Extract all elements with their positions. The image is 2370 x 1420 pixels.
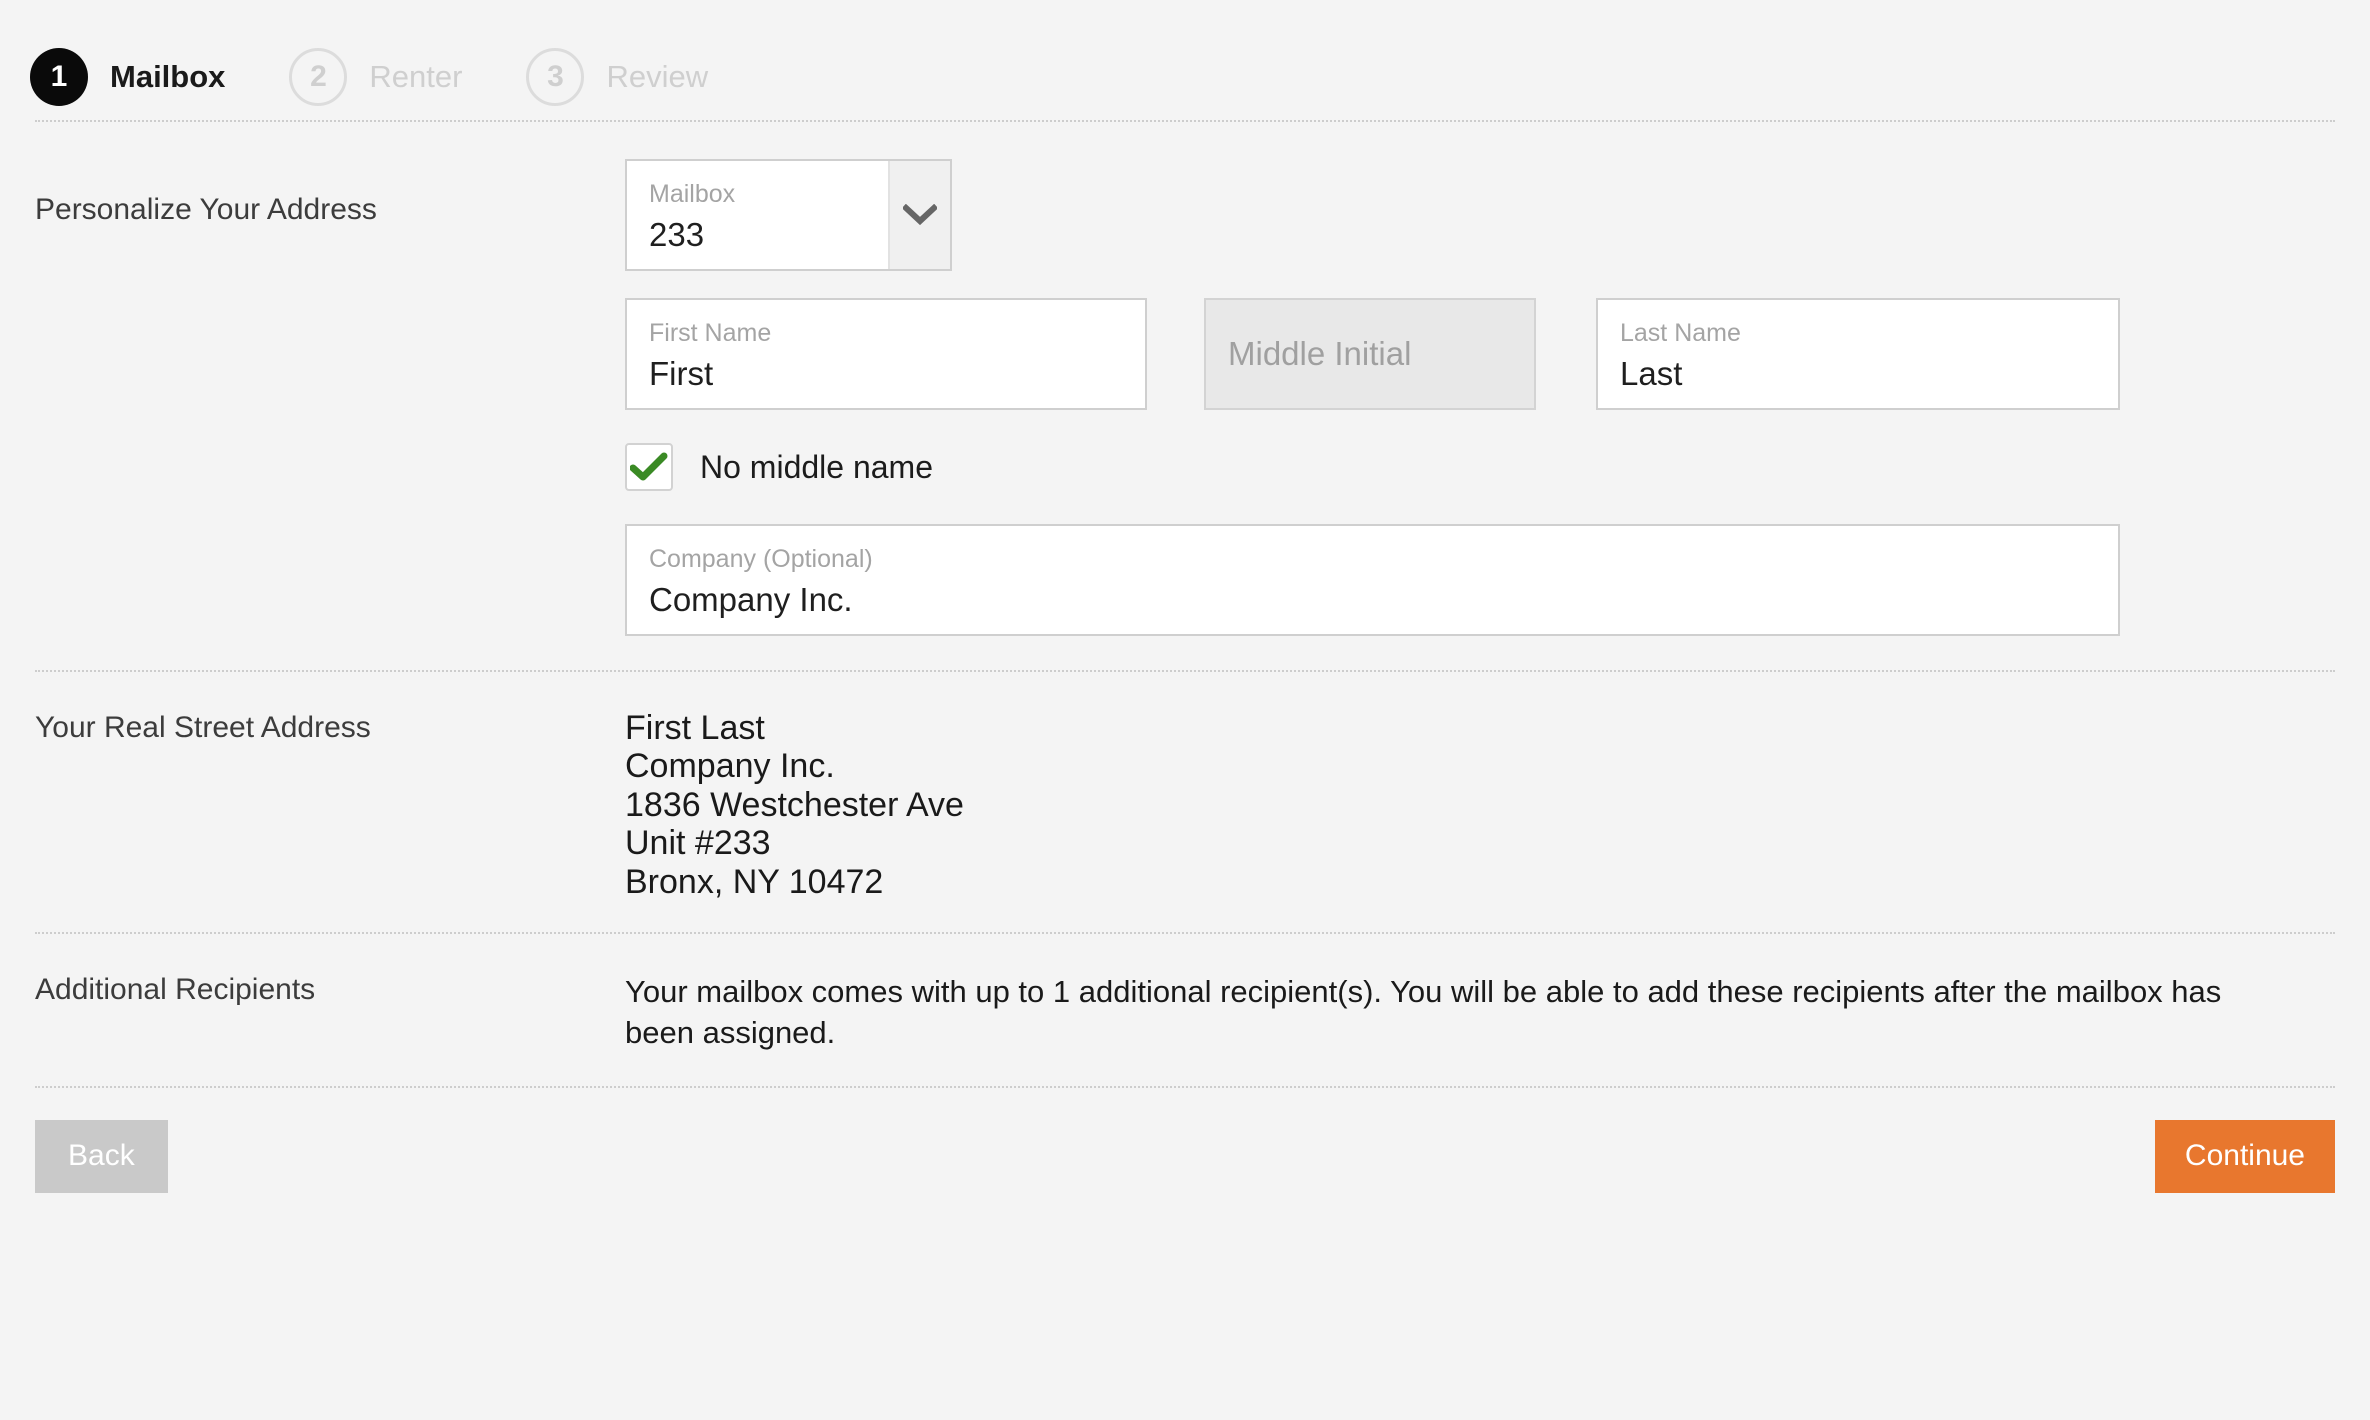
company-input[interactable]: Company (Optional) Company Inc. (625, 524, 2120, 636)
last-name-value: Last (1620, 353, 2096, 394)
mailbox-value: 233 (649, 214, 888, 255)
first-name-input[interactable]: First Name First (625, 298, 1147, 410)
step-1-number: 1 (30, 48, 88, 106)
address-block: First Last Company Inc. 1836 Westchester… (625, 710, 2335, 902)
address-line: Company Inc. (625, 748, 2335, 784)
address-line: Unit #233 (625, 825, 2335, 861)
first-name-value: First (649, 353, 1123, 394)
no-middle-name-label: No middle name (700, 449, 933, 486)
spacer (1536, 298, 1596, 410)
checkout-wizard-page: 1 Mailbox 2 Renter 3 Review Personalize … (0, 0, 2370, 1420)
recipients-description: Your mailbox comes with up to 1 addition… (625, 972, 2225, 1054)
address-line: First Last (625, 710, 2335, 746)
step-2-number: 2 (289, 48, 347, 106)
middle-initial-input: Middle Initial (1204, 298, 1536, 410)
step-3-label: Review (606, 59, 708, 95)
chevron-down-icon[interactable] (888, 161, 950, 269)
first-name-label: First Name (649, 318, 1123, 348)
mailbox-select-main[interactable]: Mailbox 233 (627, 161, 888, 269)
step-2-renter[interactable]: 2 Renter (289, 48, 462, 106)
wizard-footer: Back Continue (0, 1088, 2370, 1193)
no-middle-name-row[interactable]: No middle name (625, 443, 2335, 491)
address-line: 1836 Westchester Ave (625, 787, 2335, 823)
step-2-label: Renter (369, 59, 462, 95)
wizard-stepper: 1 Mailbox 2 Renter 3 Review (0, 0, 2370, 120)
mailbox-label: Mailbox (649, 179, 888, 209)
section-additional-recipients: Additional Recipients Your mailbox comes… (0, 934, 2370, 1086)
company-label: Company (Optional) (649, 544, 2096, 574)
section-real-street-address: Your Real Street Address First Last Comp… (0, 672, 2370, 932)
company-value: Company Inc. (649, 579, 2096, 620)
last-name-input[interactable]: Last Name Last (1596, 298, 2120, 410)
middle-initial-placeholder: Middle Initial (1228, 335, 1411, 373)
check-icon (630, 452, 668, 482)
section-personalize-label: Personalize Your Address (35, 159, 625, 636)
step-1-label: Mailbox (110, 59, 225, 95)
step-3-number: 3 (526, 48, 584, 106)
back-button[interactable]: Back (35, 1120, 168, 1193)
section-recipients-label: Additional Recipients (35, 972, 625, 1054)
no-middle-name-checkbox[interactable] (625, 443, 673, 491)
continue-button[interactable]: Continue (2155, 1120, 2335, 1193)
section-address-label: Your Real Street Address (35, 710, 625, 902)
section-personalize-address: Personalize Your Address Mailbox 233 Fir… (0, 122, 2370, 670)
name-fields-row: First Name First Middle Initial Last Nam… (625, 298, 2335, 410)
mailbox-select[interactable]: Mailbox 233 (625, 159, 952, 271)
spacer (1147, 298, 1204, 410)
last-name-label: Last Name (1620, 318, 2096, 348)
address-line: Bronx, NY 10472 (625, 864, 2335, 900)
step-1-mailbox[interactable]: 1 Mailbox (30, 48, 225, 106)
step-3-review[interactable]: 3 Review (526, 48, 708, 106)
